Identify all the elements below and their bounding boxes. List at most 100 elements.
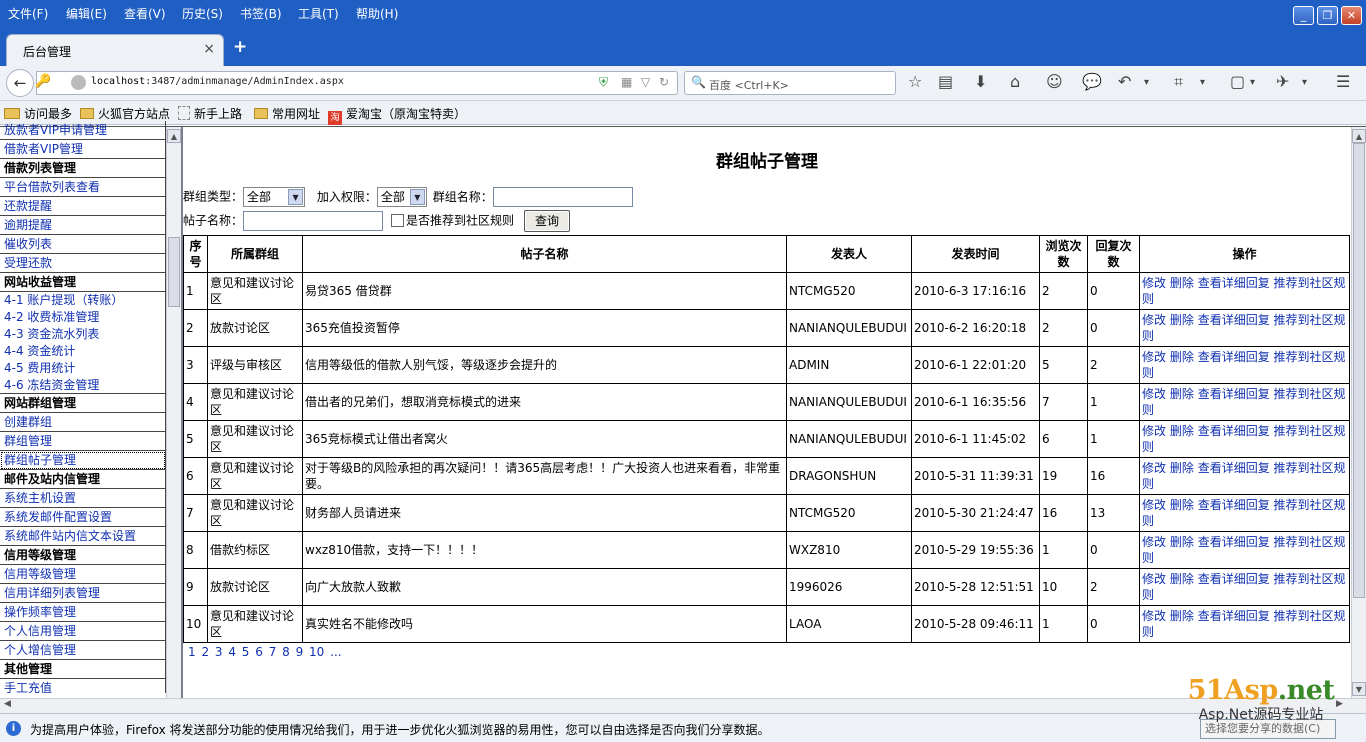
menu-file[interactable]: 文件(F) — [8, 5, 48, 22]
sidebar-item[interactable]: 催收列表 — [0, 235, 166, 254]
delete-link[interactable]: 删除 — [1170, 535, 1194, 549]
scroll-up-icon[interactable]: ▲ — [167, 129, 181, 143]
scroll-down-icon[interactable]: ▼ — [1352, 682, 1366, 696]
sidebar-item[interactable]: 个人增信管理 — [0, 641, 166, 660]
chat-icon[interactable]: 💬 — [1082, 72, 1102, 91]
back-icon[interactable]: ← — [6, 69, 34, 97]
minimize-icon[interactable]: _ — [1293, 6, 1314, 25]
window-dropdown-icon[interactable]: ▾ — [1250, 77, 1255, 88]
undo-icon[interactable]: ↶ — [1118, 72, 1131, 91]
view-replies-link[interactable]: 查看详细回复 — [1198, 461, 1270, 475]
main-scrollbar[interactable]: ▲ ▼ — [1351, 127, 1366, 699]
scroll-thumb[interactable] — [1353, 143, 1365, 598]
sidebar-item[interactable]: 受理还款 — [0, 254, 166, 273]
sidebar-item[interactable]: 平台借款列表查看 — [0, 178, 166, 197]
view-replies-link[interactable]: 查看详细回复 — [1198, 609, 1270, 623]
sidebar-item[interactable]: 4-6 冻结资金管理 — [0, 377, 166, 394]
bookmark-getting-started[interactable]: 新手上路 — [178, 105, 242, 122]
bookmark-star-icon[interactable]: ☆ — [908, 72, 922, 91]
dropdown-icon[interactable]: ▽ — [641, 75, 650, 89]
query-button[interactable]: 查询 — [524, 210, 571, 232]
sidebar-item[interactable]: 系统主机设置 — [0, 489, 166, 508]
sidebar-item[interactable]: 系统邮件站内信文本设置 — [0, 527, 166, 546]
identity-key-icon[interactable]: 🔑 — [35, 74, 51, 89]
menu-help[interactable]: 帮助(H) — [356, 5, 398, 22]
menu-bookmarks[interactable]: 书签(B) — [240, 5, 282, 22]
sidebar-item[interactable]: 还款提醒 — [0, 197, 166, 216]
delete-link[interactable]: 删除 — [1170, 387, 1194, 401]
edit-link[interactable]: 修改 — [1142, 350, 1166, 364]
group-type-select[interactable]: 全部 ▼ — [243, 187, 306, 207]
sidebar-item[interactable]: 群组管理 — [0, 432, 166, 451]
sidebar-scrollbar[interactable]: ▲ — [166, 127, 181, 699]
emoji-icon[interactable]: ☺ — [1046, 72, 1063, 91]
reading-list-icon[interactable]: ▤ — [938, 72, 953, 91]
delete-link[interactable]: 删除 — [1170, 609, 1194, 623]
edit-link[interactable]: 修改 — [1142, 461, 1166, 475]
group-name-input[interactable] — [492, 187, 633, 207]
sidebar-item[interactable]: 操作频率管理 — [0, 603, 166, 622]
sidebar-item[interactable]: 4-3 资金流水列表 — [0, 326, 166, 343]
download-icon[interactable]: ⬇ — [974, 72, 987, 91]
crop-dropdown-icon[interactable]: ▾ — [1200, 77, 1205, 88]
sidebar-item[interactable]: 放款者VIP申请管理 — [0, 121, 166, 140]
delete-link[interactable]: 删除 — [1170, 313, 1194, 327]
crop-icon[interactable]: ⌗ — [1174, 72, 1183, 92]
scroll-up-icon[interactable]: ▲ — [1352, 129, 1366, 143]
qr-code-icon[interactable]: ▦ — [621, 75, 632, 89]
sidebar-item[interactable]: 系统发邮件配置设置 — [0, 508, 166, 527]
delete-link[interactable]: 删除 — [1170, 424, 1194, 438]
addon-icon[interactable]: ✈ — [1276, 72, 1289, 91]
close-window-icon[interactable]: ✕ — [1341, 6, 1362, 25]
view-replies-link[interactable]: 查看详细回复 — [1198, 572, 1270, 586]
sidebar-item[interactable]: 信用等级管理 — [0, 565, 166, 584]
scroll-thumb[interactable] — [168, 237, 180, 307]
view-replies-link[interactable]: 查看详细回复 — [1198, 424, 1270, 438]
hamburger-menu-icon[interactable]: ☰ — [1336, 72, 1350, 91]
sidebar-item[interactable]: 借款者VIP管理 — [0, 140, 166, 159]
bookmark-firefox-official[interactable]: 火狐官方站点 — [80, 105, 170, 122]
menu-view[interactable]: 查看(V) — [124, 5, 166, 22]
horizontal-scrollbar[interactable]: ◀ ▶ — [0, 698, 1366, 713]
edit-link[interactable]: 修改 — [1142, 313, 1166, 327]
delete-link[interactable]: 删除 — [1170, 461, 1194, 475]
view-replies-link[interactable]: 查看详细回复 — [1198, 313, 1270, 327]
view-replies-link[interactable]: 查看详细回复 — [1198, 276, 1270, 290]
edit-link[interactable]: 修改 — [1142, 609, 1166, 623]
sidebar-item[interactable]: 4-1 账户提现（转账） — [0, 292, 166, 309]
sidebar-item[interactable]: 4-5 费用统计 — [0, 360, 166, 377]
home-icon[interactable]: ⌂ — [1010, 72, 1020, 91]
tab-close-icon[interactable]: × — [203, 41, 215, 57]
new-tab-icon[interactable]: + — [233, 37, 247, 57]
edit-link[interactable]: 修改 — [1142, 387, 1166, 401]
delete-link[interactable]: 删除 — [1170, 276, 1194, 290]
edit-link[interactable]: 修改 — [1142, 572, 1166, 586]
bookmark-most-visited[interactable]: 访问最多 — [4, 105, 72, 122]
bookmark-common-sites[interactable]: 常用网址 — [254, 105, 320, 122]
edit-link[interactable]: 修改 — [1142, 276, 1166, 290]
search-box[interactable]: 🔍 百度 <Ctrl+K> — [684, 71, 896, 95]
pagination[interactable]: 1 2 3 4 5 6 7 8 9 10 ... — [188, 645, 342, 659]
sidebar-item[interactable]: 手工充值 — [0, 679, 166, 693]
sidebar-item[interactable]: 信用详细列表管理 — [0, 584, 166, 603]
shield-icon[interactable]: ⛨ — [599, 75, 608, 90]
sidebar-item[interactable]: 4-2 收费标准管理 — [0, 309, 166, 326]
post-name-input[interactable] — [243, 211, 384, 231]
url-bar[interactable]: 🔑 localhost:3487/adminmanage/AdminIndex.… — [35, 71, 678, 95]
join-perm-select[interactable]: 全部 ▼ — [376, 187, 427, 207]
bookmark-aitaobao[interactable]: 淘爱淘宝（原淘宝特卖） — [328, 105, 466, 125]
edit-link[interactable]: 修改 — [1142, 424, 1166, 438]
sidebar-item[interactable]: 4-4 资金统计 — [0, 343, 166, 360]
tab-admin[interactable]: 后台管理 × — [6, 34, 224, 66]
sidebar-item[interactable]: 群组帖子管理 — [0, 451, 166, 470]
edit-link[interactable]: 修改 — [1142, 535, 1166, 549]
sidebar-item[interactable]: 创建群组 — [0, 413, 166, 432]
sidebar-item[interactable]: 个人信用管理 — [0, 622, 166, 641]
delete-link[interactable]: 删除 — [1170, 350, 1194, 364]
edit-link[interactable]: 修改 — [1142, 498, 1166, 512]
view-replies-link[interactable]: 查看详细回复 — [1198, 535, 1270, 549]
delete-link[interactable]: 删除 — [1170, 498, 1194, 512]
view-replies-link[interactable]: 查看详细回复 — [1198, 498, 1270, 512]
delete-link[interactable]: 删除 — [1170, 572, 1194, 586]
restore-icon[interactable]: ❐ — [1317, 6, 1338, 25]
